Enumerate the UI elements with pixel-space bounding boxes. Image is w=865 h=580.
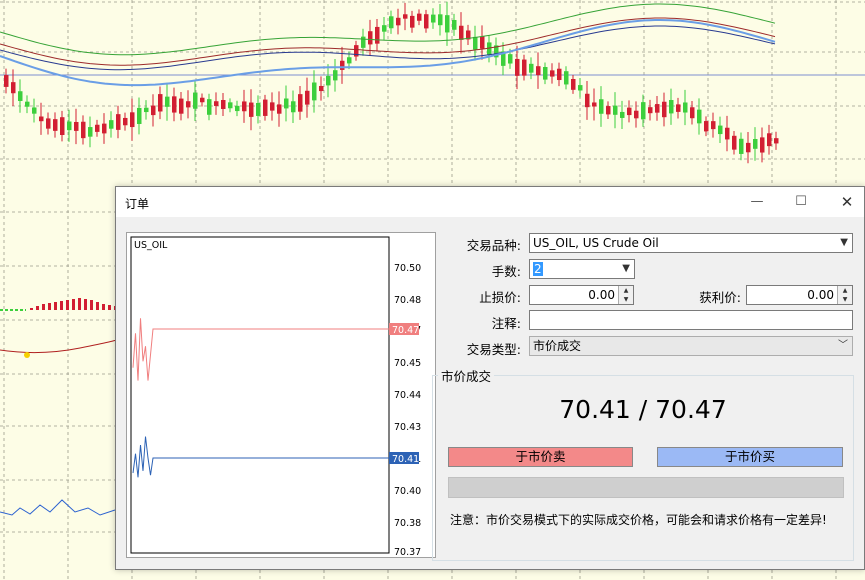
comment-label: 注释: bbox=[491, 316, 521, 331]
stoploss-value: 0.00 bbox=[588, 288, 615, 302]
chevron-down-icon: ﹀ bbox=[838, 340, 848, 351]
order-dialog: 订单 — ☐ ✕ US_OIL 70.50 70.48 70.47 70.45 70.44… bbox=[115, 186, 865, 570]
spin-down-icon[interactable]: ▼ bbox=[838, 295, 852, 304]
takeprofit-input[interactable]: 0.00 ▲ ▼ bbox=[746, 285, 853, 305]
tick-chart-svg: US_OIL 70.50 70.48 70.47 70.45 70.44 70.43 70.4… bbox=[130, 236, 421, 557]
symbol-label: 交易品种: bbox=[466, 238, 521, 253]
tick-symbol: US_OIL bbox=[134, 240, 168, 251]
close-icon[interactable]: ✕ bbox=[832, 191, 862, 213]
volume-indicator bbox=[0, 298, 123, 311]
indicator-line-blue bbox=[0, 499, 116, 516]
lots-select[interactable]: 2 ▼ bbox=[529, 259, 635, 279]
price-tick-label: 70.38 bbox=[394, 518, 421, 529]
dialog-titlebar[interactable]: 订单 — ☐ ✕ bbox=[116, 187, 864, 217]
indicator-line-red bbox=[0, 339, 117, 354]
price-tick-label: 70.44 bbox=[394, 390, 421, 401]
bid-price-badge-text: 70.41 bbox=[392, 454, 419, 465]
price-tick-label: 70.50 bbox=[394, 263, 421, 274]
stoploss-input[interactable]: 0.00 ▲ ▼ bbox=[529, 285, 634, 305]
market-group-title: 市价成交 bbox=[438, 366, 495, 385]
comment-input[interactable] bbox=[529, 310, 853, 330]
takeprofit-label: 获利价: bbox=[699, 290, 741, 305]
takeprofit-spinner[interactable]: ▲ ▼ bbox=[837, 286, 852, 304]
chevron-down-icon: ▼ bbox=[840, 237, 848, 248]
minimize-icon[interactable]: — bbox=[742, 191, 772, 213]
chevron-down-icon: ▼ bbox=[622, 263, 630, 274]
dialog-title: 订单 bbox=[125, 197, 150, 211]
indicator-marker bbox=[24, 352, 30, 358]
ask-price-badge-text: 70.47 bbox=[392, 325, 419, 336]
moving-average-green bbox=[0, 3, 776, 56]
lots-label: 手数: bbox=[491, 264, 521, 279]
spin-down-icon[interactable]: ▼ bbox=[619, 295, 633, 304]
moving-average-red bbox=[0, 17, 776, 66]
spin-up-icon[interactable]: ▲ bbox=[838, 286, 852, 295]
tick-plot-area bbox=[130, 236, 390, 554]
price-tick-label: 70.48 bbox=[394, 295, 421, 306]
sell-at-market-button[interactable]: 于市价卖 bbox=[448, 447, 633, 467]
symbol-value: US_OIL, US Crude Oil bbox=[533, 236, 659, 250]
symbol-select[interactable]: US_OIL, US Crude Oil ▼ bbox=[529, 233, 853, 253]
maximize-icon[interactable]: ☐ bbox=[786, 191, 816, 213]
order-status-bar bbox=[448, 477, 844, 498]
price-tick-label: 70.37 bbox=[394, 547, 421, 557]
market-notice: 注意：市价交易模式下的实际成交价格，可能会和请求价格有一定差异! bbox=[450, 513, 827, 527]
moving-average-navy bbox=[0, 25, 776, 71]
type-value: 市价成交 bbox=[533, 339, 582, 353]
tick-chart: US_OIL 70.50 70.48 70.47 70.45 70.44 70.43 70.4… bbox=[126, 232, 436, 558]
price-tick-label: 70.45 bbox=[394, 358, 421, 369]
stoploss-label: 止损价: bbox=[479, 290, 521, 305]
takeprofit-value: 0.00 bbox=[807, 288, 834, 302]
spin-up-icon[interactable]: ▲ bbox=[619, 286, 633, 295]
bid-ask-prices: 70.41 / 70.47 bbox=[559, 395, 727, 424]
type-select[interactable]: 市价成交 ﹀ bbox=[529, 336, 853, 356]
lots-value: 2 bbox=[533, 262, 543, 276]
price-tick-label: 70.43 bbox=[394, 422, 421, 433]
type-label: 交易类型: bbox=[466, 342, 521, 357]
price-tick-label: 70.40 bbox=[394, 486, 421, 497]
stoploss-spinner[interactable]: ▲ ▼ bbox=[618, 286, 633, 304]
buy-at-market-button[interactable]: 于市价买 bbox=[657, 447, 843, 467]
